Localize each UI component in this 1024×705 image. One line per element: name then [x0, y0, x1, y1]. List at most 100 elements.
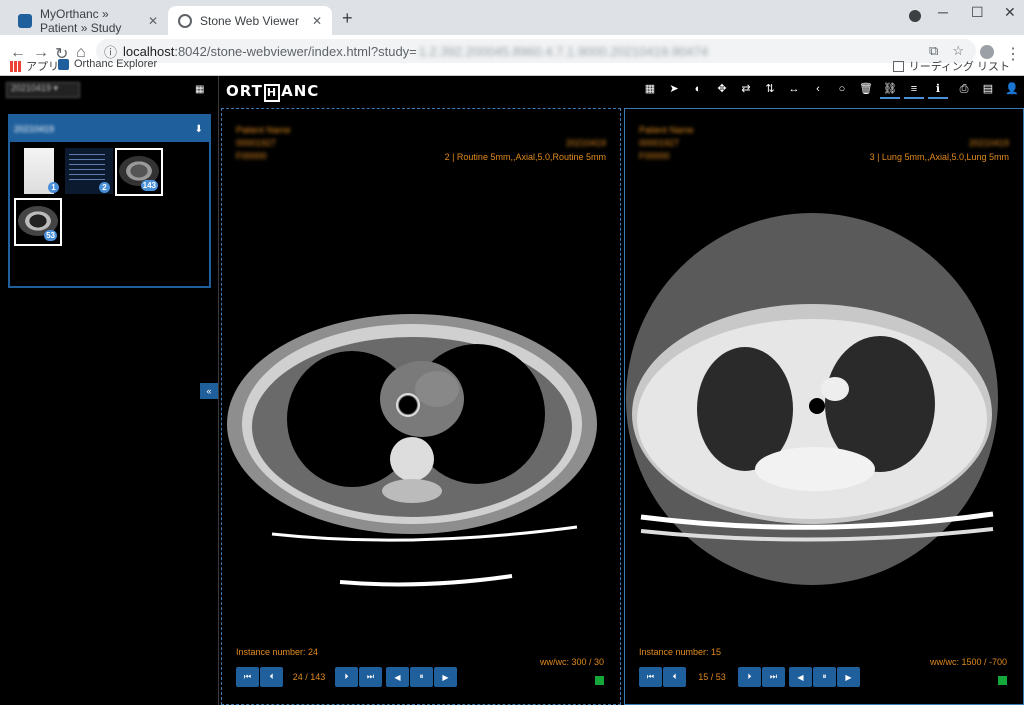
window-level: ww/wc: 1500 / -700 — [929, 657, 1007, 667]
patient-extra-overlay: F00000 — [236, 151, 267, 161]
nav-last-group: ⏵ ⏭ — [738, 667, 785, 687]
cine-controls: ⏮ ⏴ 15 / 53 ⏵ ⏭ ◀ ⏸ ▶ — [639, 667, 860, 687]
circle-icon[interactable]: ○ — [832, 79, 852, 99]
apps-grid-icon — [10, 60, 21, 72]
user-icon[interactable]: 👤 — [1002, 79, 1022, 99]
measure-length-icon[interactable]: ↔ — [784, 79, 804, 99]
play-backward-button[interactable]: ◀ — [386, 667, 409, 687]
image-counter: 24 / 143 — [292, 672, 326, 682]
maximize-button[interactable]: ☐ — [971, 4, 984, 21]
orthanc-logo: ORT H ANC — [226, 82, 319, 102]
logo-h: H — [263, 84, 281, 102]
viewport-2[interactable]: Patient Name 00001927 F00000 20210419 3 … — [624, 108, 1024, 705]
link-icon[interactable]: ⛓ — [880, 79, 900, 99]
previous-image-button[interactable]: ⏴ — [663, 667, 686, 687]
last-image-button[interactable]: ⏭ — [762, 667, 785, 687]
collapse-sidebar-button[interactable]: « — [200, 383, 218, 399]
study-date-overlay: 20210419 — [968, 138, 1009, 148]
bookmark-label: Orthanc Explorer — [74, 58, 158, 70]
patient-select[interactable]: 20210419 ▾ — [6, 82, 80, 98]
orthanc-favicon-icon — [18, 13, 32, 28]
series-count-badge: 1 — [48, 182, 59, 193]
close-window-button[interactable]: ✕ — [1004, 4, 1016, 21]
minimize-button[interactable]: ─ — [938, 4, 948, 20]
info-icon[interactable]: ℹ — [928, 79, 948, 99]
flip-vertical-icon[interactable]: ⇅ — [760, 79, 780, 99]
browser-tab-strip: MyOrthanc » Patient » Study ✕ Stone Web … — [0, 0, 1024, 35]
reading-list-button[interactable]: リーディング リスト — [892, 58, 1010, 74]
study-card[interactable]: 20210419 ⬇ 1 2 143 53 — [8, 114, 211, 288]
play-forward-button[interactable]: ▶ — [837, 667, 860, 687]
series-thumbnail[interactable]: 1 — [14, 148, 62, 196]
series-sidebar: 20210419 ▾ ▦ 20210419 ⬇ 1 2 143 53 « — [0, 76, 219, 705]
cine-controls: ⏮ ⏴ 24 / 143 ⏵ ⏭ ◀ ⏸ ▶ — [236, 667, 457, 687]
download-icon[interactable]: ⬇ — [195, 124, 203, 135]
patient-extra-overlay: F00000 — [639, 151, 670, 161]
bookmarks-bar: アプリ Orthanc Explorer リーディング リスト — [0, 55, 1024, 75]
tab-myorthanc[interactable]: MyOrthanc » Patient » Study ✕ — [8, 6, 168, 35]
first-image-button[interactable]: ⏮ — [236, 667, 259, 687]
bookmark-label: アプリ — [26, 61, 59, 73]
logo-text: ANC — [281, 82, 320, 100]
tab-stone-web-viewer[interactable]: Stone Web Viewer ✕ — [168, 6, 332, 35]
close-tab-icon[interactable]: ✕ — [312, 14, 322, 28]
playback-group: ◀ ⏸ ▶ — [386, 667, 457, 687]
nav-first-group: ⏮ ⏴ — [639, 667, 686, 687]
previous-image-button[interactable]: ⏴ — [260, 667, 283, 687]
play-backward-button[interactable]: ◀ — [789, 667, 812, 687]
logo-text: ORT — [226, 82, 263, 100]
patient-name-overlay: Patient Name — [236, 125, 291, 135]
close-tab-icon[interactable]: ✕ — [148, 14, 158, 28]
flip-horizontal-icon[interactable]: ⇄ — [736, 79, 756, 99]
next-image-button[interactable]: ⏵ — [335, 667, 358, 687]
series-thumbnail[interactable]: 2 — [65, 148, 113, 196]
angle-icon[interactable]: ‹ — [808, 79, 828, 99]
profile-dropdown-icon[interactable] — [909, 10, 921, 22]
reading-list-label: リーディング リスト — [908, 61, 1010, 73]
patient-id-overlay: 00001927 — [236, 138, 277, 148]
patient-id-overlay: 00001927 — [639, 138, 680, 148]
image-counter: 15 / 53 — [698, 672, 726, 682]
instance-number: Instance number: 24 — [236, 647, 319, 657]
study-header[interactable]: 20210419 ⬇ — [10, 116, 209, 142]
last-image-button[interactable]: ⏭ — [359, 667, 382, 687]
tab-label: Stone Web Viewer — [200, 13, 299, 28]
globe-icon — [178, 13, 192, 28]
series-description: 3 | Lung 5mm,,Axial,5.0,Lung 5mm — [869, 152, 1009, 162]
lines-icon[interactable]: ≡ — [904, 79, 924, 99]
print-icon[interactable]: ⎙ — [954, 79, 974, 99]
study-date: 20210419 — [14, 124, 55, 134]
viewport-1[interactable]: Patient Name 00001927 F00000 20210419 2 … — [221, 108, 621, 705]
pointer-icon[interactable]: ➤ — [664, 79, 684, 99]
play-forward-button[interactable]: ▶ — [434, 667, 457, 687]
list-view-icon[interactable]: ▦ — [195, 84, 204, 95]
trash-icon[interactable]: 🗑 — [856, 79, 876, 99]
study-date-overlay: 20210419 — [565, 138, 606, 148]
orthanc-favicon-icon — [58, 58, 69, 70]
series-thumbnail[interactable]: 53 — [14, 198, 62, 246]
viewer-toolbar: ORT H ANC ▦ ➤ ◐ ✥ ⇄ ⇅ ↔ ‹ ○ 🗑 ⛓ ≡ ℹ ⎙ ▤ 👤 — [220, 76, 1024, 104]
reading-list-icon — [892, 60, 904, 72]
contrast-icon[interactable]: ◐ — [688, 79, 708, 99]
crosshair-icon[interactable]: ✥ — [712, 79, 732, 99]
series-count-badge: 53 — [44, 230, 57, 241]
new-tab-button[interactable]: + — [342, 8, 353, 29]
sync-status-indicator — [595, 676, 604, 685]
series-count-badge: 2 — [99, 182, 110, 193]
next-image-button[interactable]: ⏵ — [738, 667, 761, 687]
playback-group: ◀ ⏸ ▶ — [789, 667, 860, 687]
layout-icon[interactable]: ▦ — [640, 79, 660, 99]
tab-label: MyOrthanc » Patient » Study — [40, 6, 122, 35]
sync-status-indicator — [998, 676, 1007, 685]
ct-image-mediastinal[interactable] — [222, 109, 620, 704]
pause-button[interactable]: ⏸ — [410, 667, 433, 687]
series-count-badge: 143 — [140, 180, 158, 191]
bookmark-orthanc-explorer[interactable]: Orthanc Explorer — [58, 58, 157, 70]
series-thumbnail[interactable]: 143 — [115, 148, 163, 196]
download-icon[interactable]: ▤ — [978, 79, 998, 99]
nav-last-group: ⏵ ⏭ — [335, 667, 382, 687]
first-image-button[interactable]: ⏮ — [639, 667, 662, 687]
ct-image-lung[interactable] — [625, 109, 1023, 704]
bookmark-apps[interactable]: アプリ — [10, 58, 59, 74]
pause-button[interactable]: ⏸ — [813, 667, 836, 687]
